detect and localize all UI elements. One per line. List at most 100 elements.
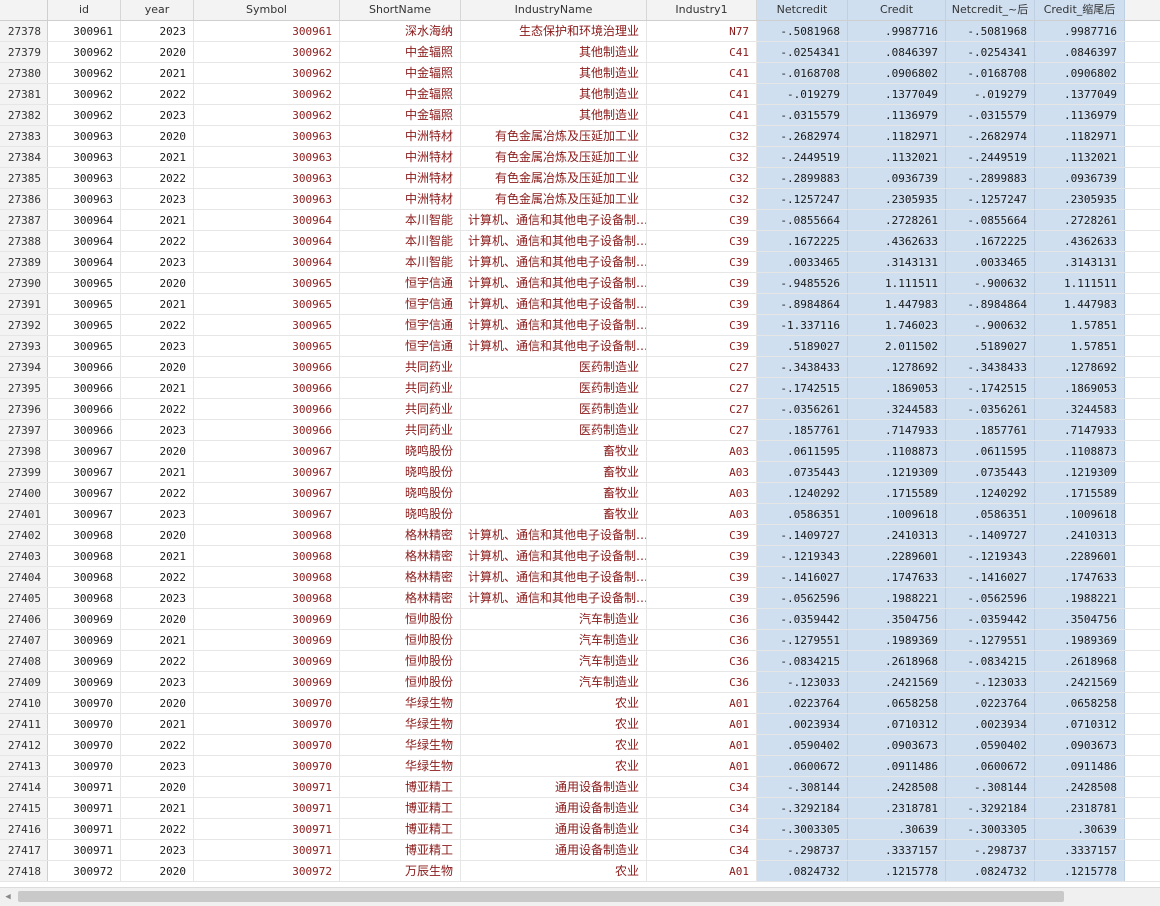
table-cell[interactable]: C27 (647, 420, 757, 440)
table-row[interactable]: 27400 300967 2022 300967 晓鸣股份 畜牧业 A03.1240292.… (0, 483, 1160, 504)
table-cell[interactable]: 其他制造业 (461, 105, 647, 125)
table-cell[interactable]: 有色金属冶炼及压延加工业 (461, 147, 647, 167)
table-cell[interactable]: C36 (647, 630, 757, 650)
table-cell[interactable]: 中金辐照 (340, 84, 461, 104)
table-cell[interactable]: .1182971 (848, 126, 946, 146)
table-cell[interactable]: .1989369 (848, 630, 946, 650)
table-cell[interactable]: .1747633 (848, 567, 946, 587)
table-cell[interactable]: 300968 (194, 567, 340, 587)
table-cell[interactable]: 300963 (194, 168, 340, 188)
column-header-4[interactable]: ShortName (340, 0, 461, 20)
table-cell[interactable]: .2305935 (1035, 189, 1125, 209)
table-cell[interactable]: -.1409727 (757, 525, 848, 545)
table-cell[interactable]: 300964 (48, 210, 121, 230)
table-cell[interactable]: 畜牧业 (461, 504, 647, 524)
row-number[interactable]: 27399 (0, 462, 48, 482)
table-cell[interactable]: A01 (647, 714, 757, 734)
table-cell[interactable]: -.1279551 (946, 630, 1035, 650)
table-cell[interactable]: 2020 (121, 357, 194, 377)
table-cell[interactable]: 恒帅股份 (340, 630, 461, 650)
table-row[interactable]: 27402 300968 2020 300968 格林精密 计算机、通信和其他电子设备制…… (0, 525, 1160, 546)
table-cell[interactable]: 300968 (48, 567, 121, 587)
horizontal-scrollbar[interactable]: ◀ (0, 887, 1160, 906)
table-cell[interactable]: -.0359442 (946, 609, 1035, 629)
table-cell[interactable]: 其他制造业 (461, 84, 647, 104)
table-cell[interactable]: 300969 (48, 609, 121, 629)
table-cell[interactable]: 300970 (48, 756, 121, 776)
table-cell[interactable]: 300966 (48, 420, 121, 440)
table-cell[interactable]: 300968 (194, 588, 340, 608)
table-cell[interactable]: C39 (647, 315, 757, 335)
table-cell[interactable]: -.1219343 (757, 546, 848, 566)
table-cell[interactable]: 晓鸣股份 (340, 462, 461, 482)
table-cell[interactable]: .0903673 (848, 735, 946, 755)
table-cell[interactable]: .0735443 (946, 462, 1035, 482)
table-cell[interactable]: C39 (647, 588, 757, 608)
table-cell[interactable]: 300967 (194, 504, 340, 524)
table-cell[interactable]: .4362633 (848, 231, 946, 251)
table-cell[interactable]: .2428508 (1035, 777, 1125, 797)
table-cell[interactable]: -.0168708 (757, 63, 848, 83)
table-cell[interactable]: -.0855664 (757, 210, 848, 230)
table-cell[interactable]: 300971 (194, 819, 340, 839)
table-cell[interactable]: 博亚精工 (340, 819, 461, 839)
table-cell[interactable]: A03 (647, 441, 757, 461)
table-cell[interactable]: 2022 (121, 168, 194, 188)
table-cell[interactable]: C34 (647, 798, 757, 818)
table-cell[interactable]: 300962 (194, 63, 340, 83)
table-row[interactable]: 27386 300963 2023 300963 中洲特材 有色金属冶炼及压延加工业 C32… (0, 189, 1160, 210)
table-cell[interactable]: 2021 (121, 546, 194, 566)
table-cell[interactable]: 2022 (121, 567, 194, 587)
table-cell[interactable]: 300970 (48, 693, 121, 713)
row-number-header[interactable] (0, 0, 48, 20)
row-number[interactable]: 27397 (0, 420, 48, 440)
table-cell[interactable]: 博亚精工 (340, 840, 461, 860)
table-cell[interactable]: 畜牧业 (461, 441, 647, 461)
table-cell[interactable]: 2023 (121, 672, 194, 692)
row-number[interactable]: 27411 (0, 714, 48, 734)
table-cell[interactable]: 300967 (194, 483, 340, 503)
table-cell[interactable]: .2428508 (848, 777, 946, 797)
table-cell[interactable]: 300970 (194, 735, 340, 755)
table-cell[interactable]: -.0834215 (946, 651, 1035, 671)
table-cell[interactable]: 300965 (48, 336, 121, 356)
table-cell[interactable]: C39 (647, 567, 757, 587)
table-cell[interactable]: .1672225 (757, 231, 848, 251)
table-row[interactable]: 27407 300969 2021 300969 恒帅股份 汽车制造业 C36 -.12795… (0, 630, 1160, 651)
table-cell[interactable]: 格林精密 (340, 525, 461, 545)
table-cell[interactable]: C34 (647, 777, 757, 797)
table-cell[interactable]: 2020 (121, 861, 194, 881)
table-cell[interactable]: 恒帅股份 (340, 609, 461, 629)
table-cell[interactable]: 计算机、通信和其他电子设备制… (461, 336, 647, 356)
table-cell[interactable]: N77 (647, 21, 757, 41)
table-cell[interactable]: .3504756 (848, 609, 946, 629)
table-cell[interactable]: .3504756 (1035, 609, 1125, 629)
table-cell[interactable]: 300967 (194, 462, 340, 482)
table-cell[interactable]: -.900632 (946, 273, 1035, 293)
table-cell[interactable]: -.298737 (757, 840, 848, 860)
row-number[interactable]: 27415 (0, 798, 48, 818)
table-cell[interactable]: -.8984864 (757, 294, 848, 314)
table-cell[interactable]: 深水海纳 (340, 21, 461, 41)
column-header-1[interactable]: id (48, 0, 121, 20)
table-cell[interactable]: .0600672 (946, 756, 1035, 776)
table-cell[interactable]: 通用设备制造业 (461, 798, 647, 818)
table-cell[interactable]: 300962 (48, 84, 121, 104)
table-cell[interactable]: 恒帅股份 (340, 672, 461, 692)
table-cell[interactable]: .0906802 (848, 63, 946, 83)
table-cell[interactable]: C39 (647, 273, 757, 293)
table-cell[interactable]: 1.447983 (848, 294, 946, 314)
table-cell[interactable]: 2022 (121, 819, 194, 839)
table-cell[interactable]: .1278692 (848, 357, 946, 377)
row-number[interactable]: 27416 (0, 819, 48, 839)
row-number[interactable]: 27410 (0, 693, 48, 713)
table-cell[interactable]: -.1279551 (757, 630, 848, 650)
table-cell[interactable]: -.0356261 (757, 399, 848, 419)
table-row[interactable]: 27406 300969 2020 300969 恒帅股份 汽车制造业 C36 -.03594… (0, 609, 1160, 630)
table-cell[interactable]: -.3292184 (757, 798, 848, 818)
table-cell[interactable]: C39 (647, 252, 757, 272)
table-cell[interactable]: -.3292184 (946, 798, 1035, 818)
table-cell[interactable]: .0903673 (1035, 735, 1125, 755)
table-cell[interactable]: .1240292 (946, 483, 1035, 503)
table-cell[interactable]: -.1742515 (946, 378, 1035, 398)
